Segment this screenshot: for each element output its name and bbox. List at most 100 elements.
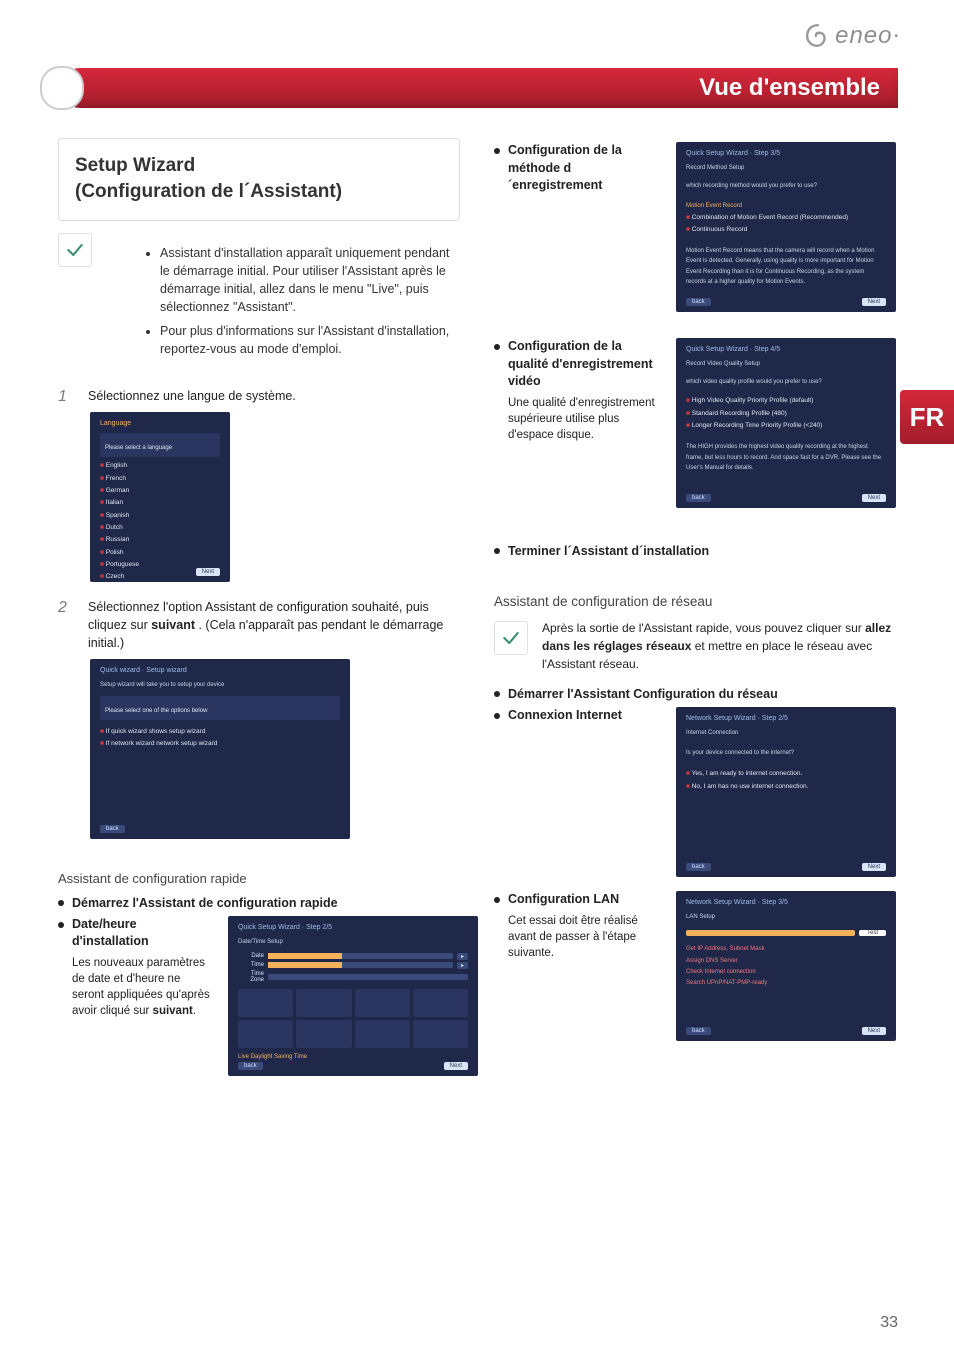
- recm-line: which recording method would you prefer …: [686, 181, 886, 191]
- lang-option: French: [100, 473, 220, 485]
- net-start-row: Démarrer l'Assistant Configuration du ré…: [494, 685, 896, 703]
- datetime-rows: Date▸ Time▸ Time Zone: [238, 953, 468, 983]
- step-2-screenshot-wrapper: Quick wizard · Setup wizard Setup wizard…: [90, 659, 460, 839]
- bullet-icon: [494, 548, 500, 554]
- page: eneo • Vue d'ensemble FR Setup Wizard (C…: [0, 0, 954, 1354]
- network-config-heading: Assistant de configuration de réseau: [494, 594, 896, 609]
- check-icon: [65, 240, 85, 260]
- rec-quality-desc: Une qualité d'enregistrement supérieure …: [508, 395, 660, 443]
- lang-sc-options: English French German Italian Spanish Du…: [100, 460, 220, 582]
- check-icon: [501, 628, 521, 648]
- bullet-icon: [58, 922, 64, 928]
- lang-option: Spanish: [100, 510, 220, 522]
- netl-line: Get IP Address, Subnet Mask: [686, 944, 886, 955]
- lang-sc-prompt: Please select a language: [100, 433, 220, 457]
- recq-title: Quick Setup Wizard · Step 4/5: [686, 346, 886, 353]
- setup-wizard-title-line1: Setup Wizard: [75, 153, 443, 179]
- netl-line: Check Internet connection: [686, 967, 886, 978]
- rapid-start-text: Démarrez l'Assistant de configuration ra…: [72, 894, 460, 912]
- netl-title: Network Setup Wizard · Step 3/5: [686, 899, 886, 906]
- lang-option: Dutch: [100, 522, 220, 534]
- chapter-title: Vue d'ensemble: [699, 74, 880, 102]
- neti-next-button: Next: [862, 863, 886, 871]
- brand-trademark-dot: •: [894, 31, 898, 42]
- install-notes-list: Assistant d'installation apparaît unique…: [106, 244, 460, 365]
- net-lan-row: Configuration LAN Cet essai doit être ré…: [494, 891, 896, 1041]
- recm-option: Continuous Record: [686, 224, 886, 236]
- lang-option: Polish: [100, 547, 220, 559]
- language-tab: FR: [900, 390, 954, 444]
- install-notes-row: Assistant d'installation apparaît unique…: [58, 231, 460, 377]
- netl-back-button: back: [686, 1027, 711, 1035]
- install-note-item: Assistant d'installation apparaît unique…: [160, 244, 460, 317]
- recm-title: Quick Setup Wizard · Step 3/5: [686, 150, 886, 157]
- left-column: Setup Wizard (Configuration de l´Assista…: [58, 138, 460, 1304]
- lang-sc-footer: Next: [100, 568, 220, 576]
- datetime-next-button: Next: [444, 1062, 468, 1070]
- brand-logo: eneo •: [805, 22, 898, 50]
- brand-name: eneo: [835, 22, 892, 50]
- recq-opts: High Video Quality Priority Profile (def…: [686, 395, 886, 432]
- netl-test-line: Test: [686, 930, 886, 936]
- net-lan-text: Configuration LAN Cet essai doit être ré…: [508, 891, 660, 961]
- recq-sub: Record Video Quality Setup: [686, 359, 886, 369]
- netl-sub: LAN Setup: [686, 912, 886, 922]
- lang-sc-title: Language: [100, 420, 220, 427]
- network-note-text: Après la sortie de l'Assistant rapide, v…: [542, 619, 896, 673]
- net-internet-row: Connexion Internet Network Setup Wizard …: [494, 707, 896, 877]
- netl-next-button: Next: [862, 1027, 886, 1035]
- recm-para: Motion Event Record means that the camer…: [686, 246, 886, 287]
- recm-option: Combination of Motion Event Record (Reco…: [686, 212, 886, 224]
- datetime-screenshot: Quick Setup Wizard · Step 2/5 Date/Time …: [228, 916, 478, 1076]
- netl-test-button: Test: [859, 930, 886, 936]
- finish-text: Terminer l´Assistant d´installation: [508, 542, 896, 560]
- bullet-icon: [58, 900, 64, 906]
- netl-footer: back Next: [686, 1027, 886, 1035]
- neti-line: Is your device connected to the internet…: [686, 748, 886, 758]
- install-note-item: Pour plus d'informations sur l'Assistant…: [160, 322, 460, 358]
- recm-back-button: back: [686, 298, 711, 306]
- recq-para: The HIGH provides the highest video qual…: [686, 442, 886, 473]
- net-lan-screenshot: Network Setup Wizard · Step 3/5 LAN Setu…: [676, 891, 896, 1041]
- neti-opts: Yes, I am ready to internet connection. …: [686, 768, 886, 793]
- rapid-config-heading: Assistant de configuration rapide: [58, 861, 460, 886]
- netl-line: Assign DNS Server: [686, 956, 886, 967]
- checkmark-box: [58, 233, 92, 267]
- bullet-icon: [494, 691, 500, 697]
- neti-footer: back Next: [686, 863, 886, 871]
- datetime-sc-sub: Date/Time Setup: [238, 937, 468, 947]
- recm-sub: Record Method Setup: [686, 163, 886, 173]
- rec-quality-row: Configuration de la qualité d'enregistre…: [494, 338, 896, 508]
- lang-option: English: [100, 460, 220, 472]
- recm-opts-head: Motion Event Record: [686, 201, 886, 211]
- rec-quality-text: Configuration de la qualité d'enregistre…: [508, 338, 660, 443]
- netl-line: Search UPnP/NAT-PMP-ready: [686, 978, 886, 989]
- step2-sc-line: Setup wizard will take you to setup your…: [100, 680, 340, 690]
- wizard-select-screenshot: Quick wizard · Setup wizard Setup wizard…: [90, 659, 350, 839]
- rapid-datetime-text: Date/heure d'installation Les nouveaux p…: [72, 916, 212, 1019]
- bullet-icon: [494, 713, 500, 719]
- datetime-sc-foot: Live Daylight Saving Time: [238, 1052, 468, 1062]
- step2-option: If quick wizard shows setup wizard: [100, 726, 340, 738]
- recq-option: High Video Quality Priority Profile (def…: [686, 395, 886, 407]
- neti-option: No, I am has no use internet connection.: [686, 781, 886, 793]
- bullet-icon: [494, 344, 500, 350]
- recm-next-button: Next: [862, 298, 886, 306]
- step-1-screenshot-wrapper: Language Please select a language Englis…: [90, 412, 460, 582]
- net-internet-screenshot: Network Setup Wizard · Step 2/5 Internet…: [676, 707, 896, 877]
- rapid-datetime-row: Date/heure d'installation Les nouveaux p…: [58, 916, 460, 1076]
- setup-wizard-box: Setup Wizard (Configuration de l´Assista…: [58, 138, 460, 221]
- step-1-text: Sélectionnez une langue de système.: [88, 387, 296, 405]
- netl-lines: Get IP Address, Subnet Mask Assign DNS S…: [686, 944, 886, 990]
- lang-option: Italian: [100, 497, 220, 509]
- datetime-sc-title: Quick Setup Wizard · Step 2/5: [238, 924, 468, 931]
- network-note-row: Après la sortie de l'Assistant rapide, v…: [494, 619, 896, 673]
- language-screenshot: Language Please select a language Englis…: [90, 412, 230, 582]
- neti-option: Yes, I am ready to internet connection.: [686, 768, 886, 780]
- recq-next-button: Next: [862, 494, 886, 502]
- right-column: Configuration de la méthode d´enregistre…: [494, 138, 896, 1304]
- recm-footer: back Next: [686, 298, 886, 306]
- recq-footer: back Next: [686, 494, 886, 502]
- neti-back-button: back: [686, 863, 711, 871]
- step-number: 2: [58, 598, 70, 617]
